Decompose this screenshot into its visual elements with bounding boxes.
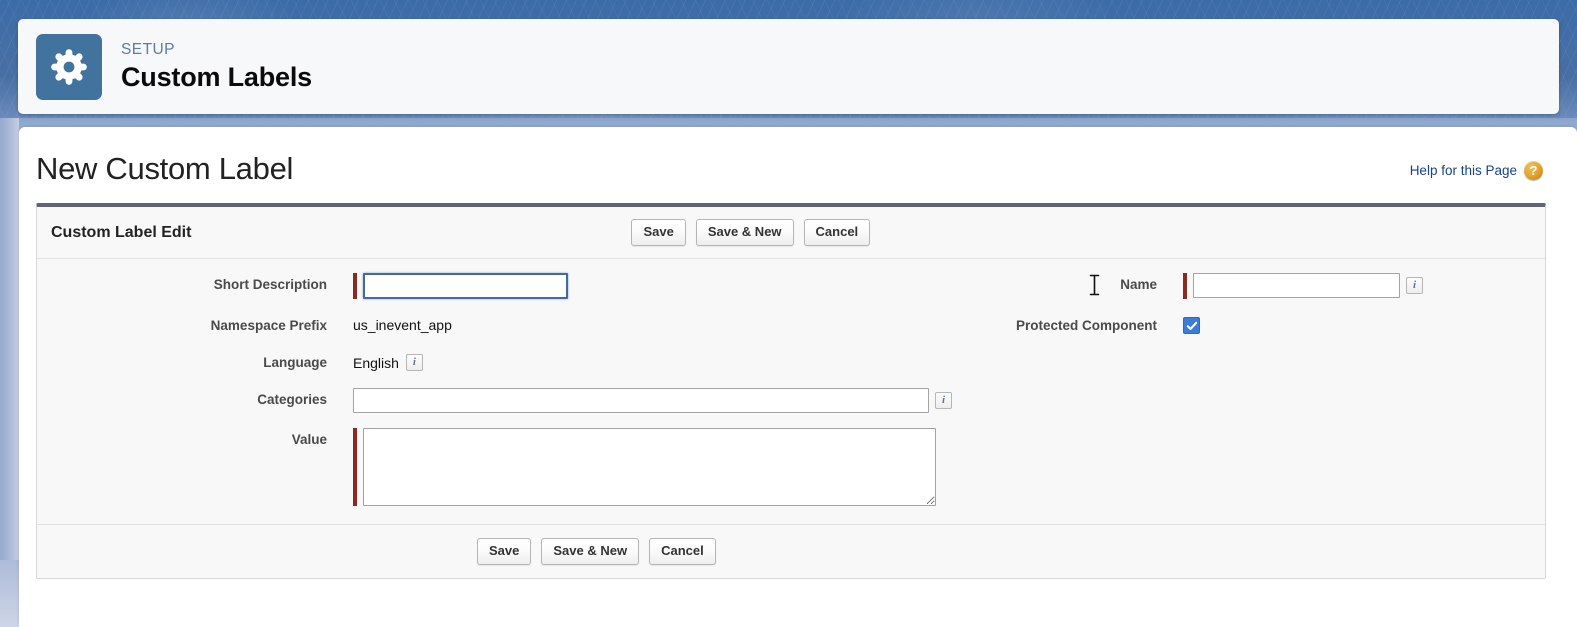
form-column-left: Short Description Namespace Prefix us_in… <box>37 273 952 506</box>
protected-component-checkbox[interactable] <box>1183 317 1200 334</box>
info-icon-categories[interactable]: i <box>935 392 952 409</box>
language-label: Language <box>263 355 327 370</box>
language-value-text: English <box>353 354 399 371</box>
categories-input[interactable] <box>353 388 929 413</box>
cancel-button-bottom[interactable]: Cancel <box>649 538 716 565</box>
info-icon-name[interactable]: i <box>1406 277 1423 294</box>
page-title-row: New Custom Label Help for this Page ? <box>36 153 1543 184</box>
panel-title: Custom Label Edit <box>51 223 192 241</box>
custom-label-edit-panel: Custom Label Edit Save Save & New Cancel… <box>36 203 1546 579</box>
field-row-short-description: Short Description <box>37 273 952 299</box>
cancel-button-top[interactable]: Cancel <box>803 219 871 246</box>
save-button-top[interactable]: Save <box>631 219 686 246</box>
required-indicator-short-description <box>353 273 357 299</box>
setup-eyebrow: SETUP <box>121 40 175 58</box>
field-row-language: Language English i <box>37 351 952 373</box>
required-indicator-value <box>353 428 357 506</box>
left-rail <box>0 118 19 627</box>
field-row-protected-component: Protected Component <box>952 314 1545 336</box>
value-label: Value <box>291 432 327 447</box>
namespace-prefix-value: us_inevent_app <box>353 317 452 333</box>
form-column-right: Name i Protected Component <box>952 273 1545 506</box>
save-and-new-button-bottom[interactable]: Save & New <box>541 538 640 565</box>
protected-component-label: Protected Component <box>1015 318 1157 333</box>
info-icon-language[interactable]: i <box>405 354 423 371</box>
panel-header: Custom Label Edit Save Save & New Cancel <box>37 207 1545 259</box>
content-sheet: New Custom Label Help for this Page ? Cu… <box>19 127 1577 627</box>
name-input[interactable] <box>1193 273 1400 298</box>
short-description-input[interactable] <box>363 273 568 299</box>
gear-icon <box>36 33 102 100</box>
save-button-bottom[interactable]: Save <box>477 538 532 565</box>
panel-header-buttons: Save Save & New Cancel <box>631 219 871 246</box>
setup-title: Custom Labels <box>121 62 312 93</box>
page-title: New Custom Label <box>36 151 294 186</box>
required-indicator-name <box>1183 273 1187 299</box>
panel-body: Short Description Namespace Prefix us_in… <box>37 259 1545 524</box>
question-mark-icon[interactable]: ? <box>1524 161 1543 180</box>
setup-header: SETUP Custom Labels <box>18 19 1559 114</box>
value-textarea[interactable] <box>363 428 936 506</box>
field-row-name: Name i <box>952 273 1545 299</box>
left-rail-lower <box>0 560 19 627</box>
short-description-label: Short Description <box>213 277 327 292</box>
help-for-this-page-link[interactable]: Help for this Page <box>1410 163 1517 178</box>
field-row-value: Value <box>37 428 952 506</box>
namespace-prefix-label: Namespace Prefix <box>210 318 327 333</box>
help-block: Help for this Page ? <box>1410 161 1543 184</box>
save-and-new-button-top[interactable]: Save & New <box>695 219 794 246</box>
panel-footer: Save Save & New Cancel <box>37 524 1545 578</box>
language-value: English i <box>353 351 423 371</box>
categories-label: Categories <box>257 392 327 407</box>
field-row-namespace-prefix: Namespace Prefix us_inevent_app <box>37 314 952 336</box>
field-row-categories: Categories i <box>37 388 952 413</box>
name-label: Name <box>1120 277 1157 292</box>
